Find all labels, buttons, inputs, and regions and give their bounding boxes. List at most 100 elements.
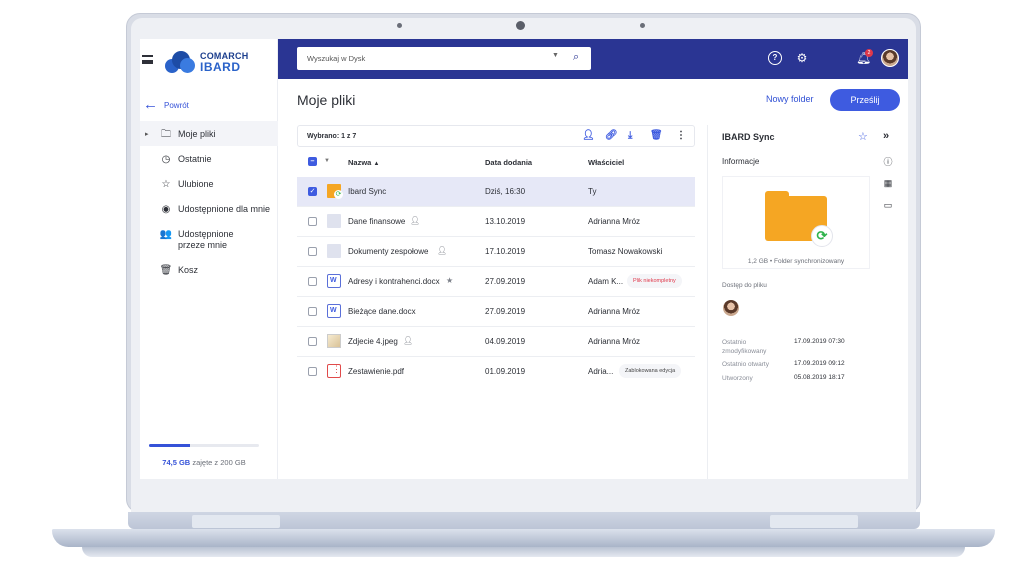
row-checkbox[interactable] xyxy=(308,337,317,346)
laptop-mockup: COMARCH IBARD ← Powrót ▸ 🗀 Moje pliki ◷ … xyxy=(0,0,1024,576)
column-date[interactable]: Data dodania xyxy=(485,158,532,167)
details-panel: IBARD Sync ☆ » Informacje ⓘ ▦ ▭ ⟳ 1,2 GB… xyxy=(707,125,908,479)
file-list: Wybrano: 1 z 7 👤︎ 🔗︎ ⤓ 🗑 ⋮ – ▼ Nazwa ▲ D… xyxy=(297,125,695,387)
add-user-icon[interactable]: 👤︎ xyxy=(582,130,595,141)
sync-icon: ⟳ xyxy=(811,225,833,247)
shared-user-icon: 👤︎ xyxy=(403,336,414,345)
chevron-right-icon[interactable]: ▸ xyxy=(145,129,149,140)
gear-icon[interactable]: ⚙ xyxy=(795,51,809,65)
page-title: Moje pliki xyxy=(297,92,356,108)
avatar[interactable] xyxy=(722,299,740,317)
row-checkbox[interactable] xyxy=(308,217,317,226)
detail-value: 05.08.2019 18:17 xyxy=(794,374,845,381)
column-name[interactable]: Nazwa ▲ xyxy=(348,158,379,167)
table-row[interactable]: Zdjecie 4.jpeg 👤︎ 04.09.2019 Adrianna Mr… xyxy=(297,327,695,357)
sort-icon[interactable]: ▲ xyxy=(373,161,379,167)
link-icon[interactable]: 🔗︎ xyxy=(605,130,618,141)
help-icon[interactable]: ? xyxy=(768,51,782,65)
app-screen: COMARCH IBARD ← Powrót ▸ 🗀 Moje pliki ◷ … xyxy=(140,39,908,479)
table-row[interactable]: Adresy i kontrahenci.docx ★ 27.09.2019 A… xyxy=(297,267,695,297)
detail-key: Ostatnio zmodyfikowany xyxy=(722,339,767,355)
back-link[interactable]: ← Powrót xyxy=(143,96,189,113)
file-owner: Ty xyxy=(588,187,597,196)
sidebar-item-trash[interactable]: 🗑 Kosz xyxy=(140,257,278,282)
file-date: 27.09.2019 xyxy=(485,277,526,286)
user-avatar[interactable] xyxy=(881,49,899,67)
column-owner[interactable]: Właściciel xyxy=(588,158,624,167)
shared-user-icon: 👤︎ xyxy=(437,246,448,255)
file-date: 27.09.2019 xyxy=(485,307,526,316)
table-row[interactable]: ✓ ⟳ Ibard Sync Dziś, 16:30 Ty xyxy=(297,177,695,207)
access-label: Dostęp do pliku xyxy=(722,282,767,289)
file-name: Zdjecie 4.jpeg xyxy=(348,337,398,346)
sidebar-item-favorites[interactable]: ☆ Ulubione xyxy=(140,171,278,196)
info-section-label: Informacje xyxy=(722,157,760,166)
sidebar-item-label: Udostępnione przeze mnie xyxy=(178,229,234,250)
folder-status: Folder synchronizowany xyxy=(774,258,845,265)
logo[interactable]: COMARCH IBARD xyxy=(165,51,248,73)
table-row[interactable]: Dane finansowe 👤︎ 13.10.2019 Adrianna Mr… xyxy=(297,207,695,237)
chevron-down-icon[interactable]: ▼ xyxy=(324,158,330,164)
file-date: 17.10.2019 xyxy=(485,247,526,256)
sidebar-item-recent[interactable]: ◷ Ostatnie xyxy=(140,146,278,171)
file-date: 13.10.2019 xyxy=(485,217,526,226)
sidebar-item-shared-by-me[interactable]: 👥 Udostępnione przeze mnie xyxy=(140,221,278,257)
sidebar-item-label: Ostatnie xyxy=(178,154,212,164)
row-checkbox[interactable] xyxy=(308,307,317,316)
table-row[interactable]: Bieżące dane.docx 27.09.2019 Adrianna Mr… xyxy=(297,297,695,327)
folder-icon xyxy=(327,244,341,258)
calendar-icon[interactable]: ▦ xyxy=(883,178,893,189)
sidebar-nav: ▸ 🗀 Moje pliki ◷ Ostatnie ☆ Ulubione ◉ U… xyxy=(140,121,278,282)
trash-icon[interactable]: 🗑 xyxy=(650,130,663,141)
row-checkbox[interactable] xyxy=(308,277,317,286)
row-checkbox[interactable]: ✓ xyxy=(308,187,317,196)
sidebar-item-shared-with-me[interactable]: ◉ Udostępnione dla mnie xyxy=(140,196,278,221)
sidebar-item-label: Moje pliki xyxy=(178,129,216,139)
search-icon[interactable]: ⌕ xyxy=(573,51,579,64)
file-name: Bieżące dane.docx xyxy=(348,307,416,316)
folder-outline-icon: 🗀 xyxy=(161,129,171,140)
status-badge-locked: Zablokowana edycja xyxy=(619,364,682,378)
select-all-checkbox[interactable]: – xyxy=(308,157,317,166)
arrow-left-icon: ← xyxy=(143,96,158,113)
star-filled-icon: ★ xyxy=(446,276,454,285)
row-checkbox[interactable] xyxy=(308,367,317,376)
file-name: Adresy i kontrahenci.docx xyxy=(348,277,440,286)
table-row[interactable]: Dokumenty zespołowe 👤︎ 17.10.2019 Tomasz… xyxy=(297,237,695,267)
new-folder-button[interactable]: Nowy folder xyxy=(766,94,814,104)
shared-users-icon: 👤︎ xyxy=(410,216,421,225)
more-vertical-icon[interactable]: ⋮ xyxy=(676,130,686,141)
folder-icon xyxy=(327,214,341,228)
file-owner: Tomasz Nowakowski xyxy=(588,247,663,256)
table-row[interactable]: Zestawienie.pdf 01.09.2019 Adria... Zabl… xyxy=(297,357,695,387)
search-input[interactable]: Wyszukaj w Dysk xyxy=(307,54,365,63)
notification-badge: 2 xyxy=(865,49,873,57)
comment-icon[interactable]: ▭ xyxy=(883,200,893,211)
detail-value: 17.09.2019 07:30 xyxy=(794,338,845,345)
top-bar: Wyszukaj w Dysk ▼ ⌕ ? ⚙ 🔔︎ 2 xyxy=(278,39,908,79)
download-icon[interactable]: ⤓ xyxy=(628,130,632,141)
upload-button[interactable]: Prześlij xyxy=(830,89,900,111)
file-owner: Adam K... xyxy=(588,277,624,286)
sidebar-item-my-files[interactable]: ▸ 🗀 Moje pliki xyxy=(140,121,278,146)
docx-file-icon xyxy=(327,304,341,318)
menu-icon[interactable] xyxy=(142,55,153,64)
search-box[interactable]: Wyszukaj w Dysk ▼ ⌕ xyxy=(297,47,591,70)
folder-large-icon: ⟳ xyxy=(765,191,833,247)
sidebar-item-label: Ulubione xyxy=(178,179,214,189)
detail-key: Ostatnio otwarty xyxy=(722,361,769,368)
row-checkbox[interactable] xyxy=(308,247,317,256)
file-owner: Adrianna Mróz xyxy=(588,337,641,346)
file-date: Dziś, 16:30 xyxy=(485,187,526,196)
chevron-down-icon[interactable]: ▼ xyxy=(552,52,559,59)
info-icon[interactable]: ⓘ xyxy=(883,155,893,168)
file-date: 01.09.2019 xyxy=(485,367,526,376)
chevrons-right-icon[interactable]: » xyxy=(883,130,889,142)
webcam xyxy=(516,21,525,30)
star-outline-icon[interactable]: ☆ xyxy=(858,130,868,143)
storage-total: zajęte z 200 GB xyxy=(192,458,246,467)
folder-preview: ⟳ xyxy=(722,176,870,269)
file-date: 04.09.2019 xyxy=(485,337,526,346)
file-name: Dane finansowe xyxy=(348,217,406,226)
logo-product: IBARD xyxy=(200,60,241,74)
